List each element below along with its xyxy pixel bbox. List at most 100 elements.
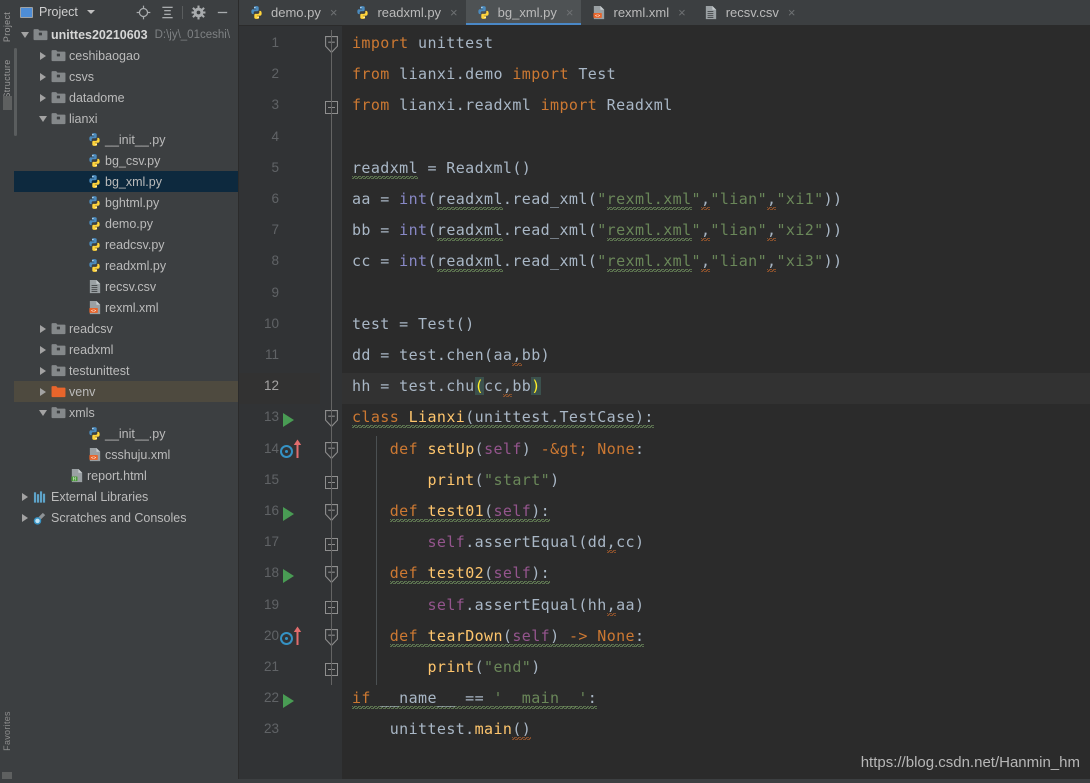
tree-row-external-libraries[interactable]: External Libraries bbox=[14, 486, 238, 507]
code-line[interactable]: hh = test.chu(cc,bb) bbox=[352, 377, 541, 398]
chevron-down-icon[interactable] bbox=[18, 24, 32, 45]
line-number: 11 bbox=[264, 347, 279, 362]
python-file-icon bbox=[248, 2, 265, 23]
editor-tab-rexml-xml[interactable]: <> rexml.xml × bbox=[581, 0, 694, 25]
project-tree[interactable]: unittes20210603 D:\jy\_01ceshi\ ceshibaoga… bbox=[14, 24, 238, 783]
line-number: 6 bbox=[271, 191, 279, 206]
folder-icon bbox=[50, 360, 67, 381]
code-line[interactable]: def tearDown(self) -> None: bbox=[352, 626, 645, 649]
chevron-right-icon[interactable] bbox=[36, 87, 50, 108]
code-line[interactable]: readxml = Readxml() bbox=[352, 158, 531, 181]
close-icon[interactable]: × bbox=[450, 6, 458, 19]
code-line[interactable]: print("end") bbox=[352, 658, 541, 676]
tree-row-venv[interactable]: venv bbox=[14, 381, 238, 402]
tree-row-readcsv-py[interactable]: readcsv.py bbox=[14, 234, 238, 255]
gear-icon[interactable] bbox=[186, 0, 210, 24]
tree-row-bg-xml-py[interactable]: bg_xml.py bbox=[14, 171, 238, 192]
editor-fold-gutter[interactable] bbox=[320, 26, 342, 783]
editor-tab-bg-xml-py[interactable]: bg_xml.py × bbox=[465, 0, 582, 25]
folder-icon bbox=[32, 24, 49, 45]
tree-row-label: csshuju.xml bbox=[105, 447, 171, 462]
chevron-down-icon[interactable] bbox=[36, 402, 50, 423]
code-line[interactable]: test = Test() bbox=[352, 315, 475, 333]
toolbar-separator bbox=[182, 5, 183, 19]
close-icon[interactable]: × bbox=[678, 6, 686, 19]
editor-gutter[interactable]: 1 2 3 4 5 6 7 8 9 10 11 12 13 14 15 16 17 18 19 20 21 22 23 bbox=[239, 26, 320, 783]
code-line[interactable]: class Lianxi(unittest.TestCase): bbox=[352, 408, 654, 431]
code-line[interactable]: cc = int(readxml.read_xml("rexml.xml","l… bbox=[352, 252, 842, 275]
python-file-icon bbox=[475, 2, 492, 23]
override-arrow-icon[interactable] bbox=[293, 626, 302, 646]
code-line[interactable]: unittest.main() bbox=[352, 720, 532, 741]
tree-row-ceshibaogao[interactable]: ceshibaogao bbox=[14, 45, 238, 66]
chevron-right-icon[interactable] bbox=[36, 381, 50, 402]
tree-row-readcsv[interactable]: readcsv bbox=[14, 318, 238, 339]
chevron-right-icon[interactable] bbox=[18, 507, 32, 528]
editor-code-area[interactable]: import unittest from lianxi.demo import T… bbox=[342, 26, 1090, 783]
tool-window-tab-favorites[interactable]: Favorites bbox=[2, 707, 12, 755]
locate-file-icon[interactable] bbox=[131, 0, 155, 24]
tree-row-recsv-csv[interactable]: recsv.csv bbox=[14, 276, 238, 297]
chevron-right-icon[interactable] bbox=[18, 486, 32, 507]
code-line[interactable]: self.assertEqual(dd,cc) bbox=[352, 533, 644, 554]
tree-row--init-py[interactable]: __init__.py bbox=[14, 129, 238, 150]
code-line[interactable]: def setUp(self) -&gt; None: bbox=[352, 440, 644, 458]
tree-row-rexml-xml[interactable]: <> rexml.xml bbox=[14, 297, 238, 318]
code-line[interactable]: if __name__ == '__main__': bbox=[352, 689, 598, 712]
run-test-icon[interactable] bbox=[283, 413, 294, 428]
chevron-right-icon[interactable] bbox=[36, 318, 50, 339]
tree-row-datadome[interactable]: datadome bbox=[14, 87, 238, 108]
override-method-icon[interactable] bbox=[280, 631, 293, 645]
chevron-right-icon[interactable] bbox=[36, 339, 50, 360]
editor-tab-demo-py[interactable]: demo.py × bbox=[239, 0, 346, 25]
code-line[interactable]: bb = int(readxml.read_xml("rexml.xml","l… bbox=[352, 221, 842, 244]
minimize-icon[interactable] bbox=[210, 0, 234, 24]
folder-icon bbox=[50, 339, 67, 360]
tree-row-lianxi[interactable]: lianxi bbox=[14, 108, 238, 129]
tree-row-readxml[interactable]: readxml bbox=[14, 339, 238, 360]
tree-row-demo-py[interactable]: demo.py bbox=[14, 213, 238, 234]
close-icon[interactable]: × bbox=[566, 6, 574, 19]
fold-guide-line bbox=[331, 310, 332, 342]
project-panel-title-group[interactable]: Project bbox=[20, 5, 95, 19]
code-line[interactable]: from lianxi.demo import Test bbox=[352, 65, 616, 83]
run-test-icon[interactable] bbox=[283, 694, 294, 709]
chevron-right-icon[interactable] bbox=[36, 45, 50, 66]
code-line[interactable]: def test02(self): bbox=[352, 564, 551, 587]
editor-tab-recsv-csv[interactable]: recsv.csv × bbox=[693, 0, 804, 25]
code-line[interactable]: from lianxi.readxml import Readxml bbox=[352, 96, 673, 114]
tree-row-xmls[interactable]: xmls bbox=[14, 402, 238, 423]
code-line[interactable]: print("start") bbox=[352, 471, 560, 489]
editor-tab-readxml-py[interactable]: readxml.py × bbox=[345, 0, 466, 25]
chevron-down-icon[interactable] bbox=[86, 10, 95, 14]
collapse-all-icon[interactable] bbox=[155, 0, 179, 24]
tree-row-bg-csv-py[interactable]: bg_csv.py bbox=[14, 150, 238, 171]
tree-row-report-html[interactable]: Hreport.html bbox=[14, 465, 238, 486]
project-panel: Project unittes20210603 D:\jy\_01ceshi\ … bbox=[14, 0, 238, 783]
close-icon[interactable]: × bbox=[788, 6, 796, 19]
tree-row--init-py[interactable]: __init__.py bbox=[14, 423, 238, 444]
close-icon[interactable]: × bbox=[330, 6, 338, 19]
tree-row-unittes20210603[interactable]: unittes20210603 D:\jy\_01ceshi\ bbox=[14, 24, 238, 45]
tree-row-bghtml-py[interactable]: bghtml.py bbox=[14, 192, 238, 213]
override-arrow-icon[interactable] bbox=[293, 439, 302, 459]
tree-row-testunittest[interactable]: testunittest bbox=[14, 360, 238, 381]
run-test-icon[interactable] bbox=[283, 507, 294, 521]
code-editor[interactable]: 1 2 3 4 5 6 7 8 9 10 11 12 13 14 15 16 17 18 19 20 21 22 23 im… bbox=[239, 26, 1090, 783]
chevron-right-icon[interactable] bbox=[36, 66, 50, 87]
chevron-right-icon[interactable] bbox=[36, 360, 50, 381]
run-test-icon[interactable] bbox=[283, 569, 294, 584]
tree-row-scratches-and-consoles[interactable]: Scratches and Consoles bbox=[14, 507, 238, 528]
chevron-down-icon[interactable] bbox=[36, 108, 50, 129]
tool-window-tab-project[interactable]: Project bbox=[2, 3, 12, 51]
tree-row-csvs[interactable]: csvs bbox=[14, 66, 238, 87]
code-line[interactable]: dd = test.chen(aa,bb) bbox=[352, 346, 550, 366]
tree-row-readxml-py[interactable]: readxml.py bbox=[14, 255, 238, 276]
code-line[interactable]: self.assertEqual(hh,aa) bbox=[352, 595, 644, 616]
code-line[interactable]: def test01(self): bbox=[352, 502, 551, 524]
tree-row-csshuju-xml[interactable]: <> csshuju.xml bbox=[14, 444, 238, 465]
override-method-icon[interactable] bbox=[280, 444, 293, 458]
code-line[interactable]: aa = int(readxml.read_xml("rexml.xml","l… bbox=[352, 190, 842, 212]
code-line[interactable]: import unittest bbox=[352, 34, 493, 52]
